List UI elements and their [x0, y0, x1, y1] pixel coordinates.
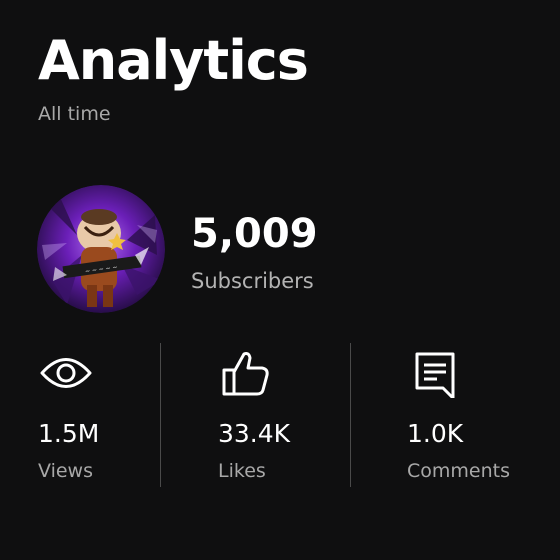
thumbs-up-icon	[218, 348, 274, 398]
comments-label: Comments	[407, 460, 510, 482]
stat-views[interactable]: 1.5M Views	[38, 340, 188, 490]
channel-avatar: ~ ~ ~ ~ ~	[37, 185, 165, 313]
eye-icon	[38, 348, 94, 398]
subscriber-label: Subscribers	[191, 269, 314, 293]
stat-likes[interactable]: 33.4K Likes	[218, 340, 368, 490]
views-label: Views	[38, 460, 93, 482]
comment-icon	[407, 348, 463, 400]
views-value: 1.5M	[38, 419, 100, 448]
stat-comments[interactable]: 1.0K Comments	[407, 340, 557, 490]
subscriber-count: 5,009	[191, 211, 318, 257]
comments-value: 1.0K	[407, 419, 464, 448]
likes-value: 33.4K	[218, 419, 291, 448]
stat-divider	[350, 343, 351, 487]
page-title: Analytics	[38, 29, 309, 92]
time-range-label: All time	[38, 103, 111, 125]
likes-label: Likes	[218, 460, 266, 482]
stat-divider	[160, 343, 161, 487]
